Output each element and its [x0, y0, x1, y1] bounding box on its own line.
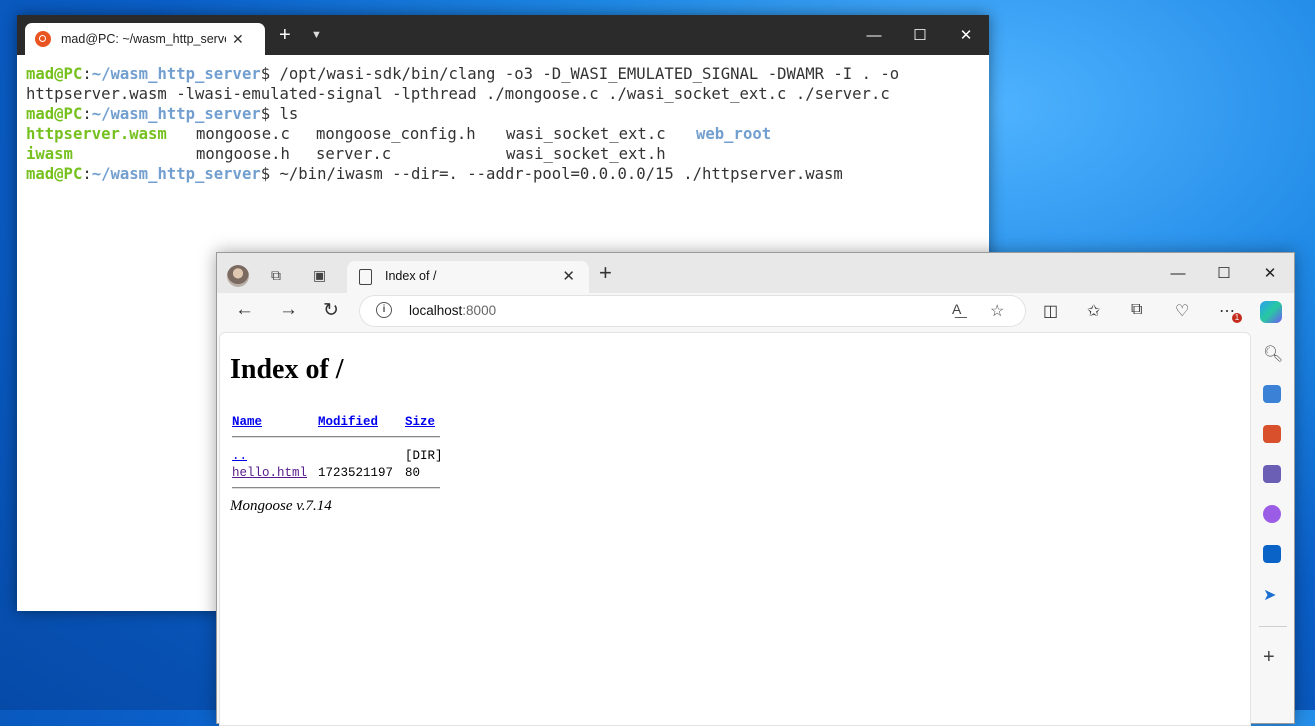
notification-badge: 1	[1232, 313, 1242, 323]
refresh-button[interactable]: ↻	[323, 299, 339, 322]
browser-toolbar: ← → ↻ i localhost:8000 A͟ ☆ ◫ ✩ ⧉ ♡ ⋯ 1	[217, 293, 1294, 331]
terminal-output[interactable]: mad@PC:~/wasm_http_server$ /opt/wasi-sdk…	[17, 55, 989, 184]
add-icon[interactable]: +	[1263, 647, 1281, 667]
read-aloud-icon[interactable]: A͟	[952, 301, 961, 317]
ls-item: server.c	[316, 145, 392, 163]
ls-item: mongoose.h	[196, 145, 290, 163]
sidebar-divider	[1259, 626, 1287, 627]
ls-item: mongoose_config.h	[316, 125, 476, 143]
workspaces-icon[interactable]: ⧉	[271, 267, 281, 284]
command-text: /opt/wasi-sdk/bin/clang -o3 -D_WASI_EMUL…	[270, 65, 900, 83]
info-icon[interactable]: i	[376, 302, 392, 318]
page-heading: Index of /	[230, 354, 344, 385]
terminal-line: mad@PC:~/wasm_http_server$ /opt/wasi-sdk…	[26, 65, 900, 83]
prompt-user: mad@PC	[26, 105, 83, 123]
sort-by-name-link[interactable]: Name	[232, 415, 262, 429]
maximize-button[interactable]: ☐	[1201, 253, 1247, 293]
prompt-user: mad@PC	[26, 165, 83, 183]
address-bar[interactable]: i localhost:8000 A͟ ☆	[360, 296, 1025, 326]
terminal-line: httpserver.wasm -lwasi-emulated-signal -…	[26, 85, 890, 103]
ls-row: httpserver.wasm mongoose.c mongoose_config…	[26, 124, 989, 144]
row-size: [DIR]	[405, 449, 443, 463]
favorites-icon[interactable]: ✩	[1087, 301, 1100, 321]
browser-essentials-icon[interactable]: ♡	[1175, 301, 1189, 321]
prompt-path: ~/wasm_http_server	[91, 65, 261, 83]
table-divider	[232, 436, 440, 438]
terminal-tab[interactable]: mad@PC: ~/wasm_http_server ✕	[25, 23, 265, 55]
page-viewport[interactable]: Index of / Name Modified Size .. [DIR] h…	[219, 332, 1251, 726]
ls-item: web_root	[696, 125, 772, 143]
edge-sidebar: 🔍︎ ➤ +	[1251, 332, 1293, 724]
ls-item: httpserver.wasm	[26, 125, 167, 143]
forward-button[interactable]: →	[279, 299, 298, 321]
sort-by-modified-link[interactable]: Modified	[318, 415, 378, 429]
copilot-icon[interactable]	[1260, 301, 1282, 323]
minimize-button[interactable]: —	[851, 15, 897, 55]
minimize-button[interactable]: —	[1155, 253, 1201, 293]
close-button[interactable]: ✕	[943, 15, 989, 55]
terminal-tab-title: mad@PC: ~/wasm_http_server	[61, 32, 226, 46]
close-tab-icon[interactable]: ✕	[232, 31, 244, 48]
chevron-down-icon[interactable]: ▼	[311, 29, 322, 41]
browser-tab-strip[interactable]: ⧉ ▣ Index of / ✕ + — ☐ ✕	[217, 253, 1294, 293]
browser-window[interactable]: ⧉ ▣ Index of / ✕ + — ☐ ✕ ← → ↻ i localho…	[216, 252, 1295, 726]
url-text: localhost:8000	[409, 303, 497, 318]
terminal-line: mad@PC:~/wasm_http_server$ ls	[26, 105, 299, 123]
terminal-line: mad@PC:~/wasm_http_server$ ~/bin/iwasm -…	[26, 165, 843, 183]
outlook-icon[interactable]	[1263, 545, 1281, 563]
new-tab-button[interactable]: +	[599, 260, 612, 286]
ls-item: wasi_socket_ext.h	[506, 145, 666, 163]
favorite-star-icon[interactable]: ☆	[990, 301, 1004, 321]
terminal-title-bar[interactable]: mad@PC: ~/wasm_http_server ✕ + ▼ — ☐ ✕	[17, 15, 989, 55]
drop-icon[interactable]: ➤	[1263, 585, 1281, 604]
search-icon[interactable]: 🔍︎	[1263, 344, 1283, 363]
browser-tab[interactable]: Index of / ✕	[347, 261, 589, 293]
row-modified: 1723521197	[318, 466, 394, 480]
prompt-user: mad@PC	[26, 65, 83, 83]
collections-icon[interactable]: ⧉	[1131, 301, 1142, 319]
split-screen-icon[interactable]: ◫	[1043, 301, 1058, 321]
command-text: ls	[270, 105, 299, 123]
server-footer: Mongoose v.7.14	[230, 498, 332, 514]
command-text: ~/bin/iwasm --dir=. --addr-pool=0.0.0.0/…	[270, 165, 843, 183]
ubuntu-icon	[35, 31, 51, 47]
table-divider	[232, 487, 440, 489]
shopping-tag-icon[interactable]	[1263, 385, 1281, 403]
maximize-button[interactable]: ☐	[897, 15, 943, 55]
tools-icon[interactable]	[1263, 425, 1281, 443]
prompt-path: ~/wasm_http_server	[91, 105, 261, 123]
ls-item: wasi_socket_ext.c	[506, 125, 666, 143]
close-button[interactable]: ✕	[1247, 253, 1293, 293]
sort-by-size-link[interactable]: Size	[405, 415, 435, 429]
browser-tab-title: Index of /	[385, 269, 437, 283]
new-tab-button[interactable]: +	[279, 25, 291, 45]
profile-avatar[interactable]	[227, 265, 249, 287]
ls-item: mongoose.c	[196, 125, 290, 143]
back-button[interactable]: ←	[235, 299, 254, 321]
prompt-path: ~/wasm_http_server	[91, 165, 261, 183]
microsoft-365-icon[interactable]	[1263, 505, 1281, 523]
ls-item: iwasm	[26, 145, 73, 163]
file-link[interactable]: hello.html	[232, 466, 307, 480]
vertical-tabs-icon[interactable]: ▣	[313, 267, 326, 284]
ls-row: iwasm mongoose.h server.c wasi_socket_ext.h	[26, 144, 989, 164]
row-size: 80	[405, 466, 421, 480]
close-tab-icon[interactable]: ✕	[562, 267, 575, 285]
games-icon[interactable]	[1263, 465, 1281, 483]
page-icon	[359, 269, 372, 285]
parent-dir-link[interactable]: ..	[232, 449, 247, 463]
